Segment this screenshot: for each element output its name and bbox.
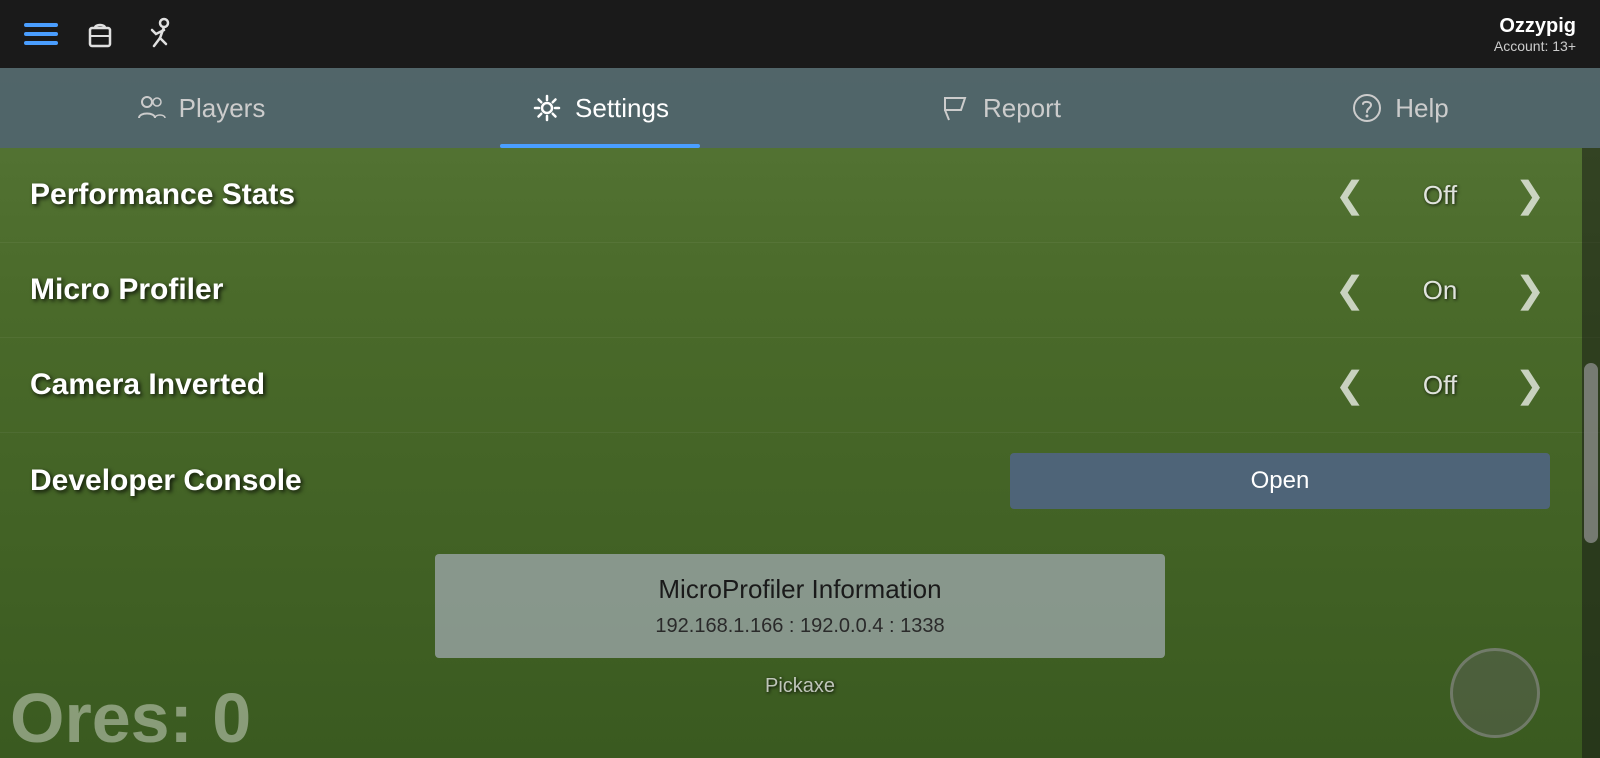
pickaxe-label: Pickaxe [765, 675, 835, 698]
username: Ozzypig [1494, 15, 1576, 38]
tab-settings[interactable]: Settings [400, 68, 800, 148]
tab-players[interactable]: Players [0, 68, 400, 148]
settings-row-developer-console: Developer Console Open [0, 433, 1600, 528]
joystick[interactable] [1450, 648, 1540, 738]
performance-stats-right-arrow[interactable]: ❯ [1510, 174, 1550, 216]
players-icon [135, 92, 167, 124]
microprofiler-panel: MicroProfiler Information 192.168.1.166 … [435, 554, 1165, 658]
camera-inverted-right-arrow[interactable]: ❯ [1510, 364, 1550, 406]
tab-settings-label: Settings [575, 93, 669, 124]
settings-icon [531, 92, 563, 124]
tab-players-label: Players [179, 93, 266, 124]
camera-inverted-control: ❮ Off ❯ [1330, 364, 1550, 406]
performance-stats-control: ❮ Off ❯ [1330, 174, 1550, 216]
tab-help-label: Help [1395, 93, 1448, 124]
help-icon [1351, 92, 1383, 124]
settings-row-microprofiler: Micro Profiler ❮ On ❯ [0, 243, 1600, 338]
scrollbar[interactable] [1582, 148, 1600, 758]
settings-row-camera: Camera Inverted ❮ Off ❯ [0, 338, 1600, 433]
menu-button[interactable] [24, 23, 58, 45]
scrollbar-thumb[interactable] [1584, 363, 1598, 543]
account-info: Account: 13+ [1494, 38, 1576, 54]
tab-report-label: Report [983, 93, 1061, 124]
tab-help[interactable]: Help [1200, 68, 1600, 148]
user-info: Ozzypig Account: 13+ [1494, 15, 1576, 54]
camera-inverted-label: Camera Inverted [30, 368, 650, 402]
camera-inverted-value: Off [1400, 370, 1480, 401]
developer-console-label: Developer Console [30, 464, 650, 498]
tab-report[interactable]: Report [800, 68, 1200, 148]
ores-counter: Ores: 0 [0, 678, 271, 758]
microprofiler-title: MicroProfiler Information [465, 574, 1135, 605]
settings-row-performance: Performance Stats ❮ Off ❯ [0, 148, 1600, 243]
micro-profiler-right-arrow[interactable]: ❯ [1510, 269, 1550, 311]
performance-stats-left-arrow[interactable]: ❮ [1330, 174, 1370, 216]
top-bar-left [24, 16, 178, 52]
micro-profiler-control: ❮ On ❯ [1330, 269, 1550, 311]
bag-icon[interactable] [82, 16, 118, 52]
camera-inverted-left-arrow[interactable]: ❮ [1330, 364, 1370, 406]
performance-stats-value: Off [1400, 180, 1480, 211]
micro-profiler-left-arrow[interactable]: ❮ [1330, 269, 1370, 311]
character-icon[interactable] [142, 16, 178, 52]
micro-profiler-value: On [1400, 275, 1480, 306]
developer-console-open-button[interactable]: Open [1010, 453, 1550, 509]
main-content: Performance Stats ❮ Off ❯ Micro Profiler… [0, 148, 1600, 758]
performance-stats-label: Performance Stats [30, 178, 650, 212]
report-icon [939, 92, 971, 124]
micro-profiler-label: Micro Profiler [30, 273, 650, 307]
microprofiler-ip: 192.168.1.166 : 192.0.0.4 : 1338 [465, 615, 1135, 638]
top-bar: Ozzypig Account: 13+ [0, 0, 1600, 68]
tab-navigation: Players Settings Report Help [0, 68, 1600, 148]
